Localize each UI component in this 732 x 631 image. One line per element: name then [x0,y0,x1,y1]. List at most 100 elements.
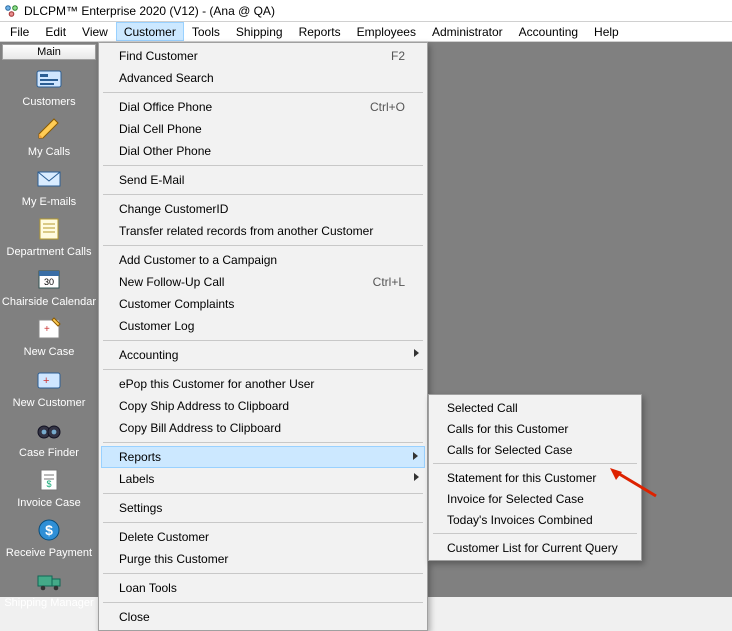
reports-submenu: Selected Call Calls for this Customer Ca… [428,394,642,561]
menu-separator [103,493,423,494]
window-title: DLCPM™ Enterprise 2020 (V12) - (Ana @ QA… [24,4,275,18]
sidebar-item-invoicecase[interactable]: $ Invoice Case [1,461,97,511]
menu-accounting[interactable]: Accounting [101,344,425,366]
menu-edit[interactable]: Edit [37,22,74,41]
menu-transfer-records[interactable]: Transfer related records from another Cu… [101,220,425,242]
menu-separator [103,369,423,370]
menu-new-followup[interactable]: New Follow-Up CallCtrl+L [101,271,425,293]
svg-text:30: 30 [44,277,54,287]
svg-text:$: $ [45,522,53,538]
menu-customer-log[interactable]: Customer Log [101,315,425,337]
svg-text:$: $ [46,479,51,489]
sidebar-item-label: Chairside Calendar [2,296,96,308]
menu-settings[interactable]: Settings [101,497,425,519]
sidebar-item-label: Invoice Case [17,497,81,509]
menu-separator [433,533,637,534]
sidebar-item-shippingmanager[interactable]: Shipping Manager [1,561,97,611]
menu-labels[interactable]: Labels [101,468,425,490]
menu-purge-customer[interactable]: Purge this Customer [101,548,425,570]
menu-shipping[interactable]: Shipping [228,22,291,41]
chevron-right-icon [413,452,418,460]
chevron-right-icon [414,473,419,481]
sidebar-item-casefinder[interactable]: Case Finder [1,411,97,461]
menu-reports[interactable]: Reports [291,22,349,41]
sidebar-item-label: Department Calls [7,246,92,258]
menu-separator [103,522,423,523]
menu-change-customerid[interactable]: Change CustomerID [101,198,425,220]
customers-icon [33,64,65,94]
menu-loan-tools[interactable]: Loan Tools [101,577,425,599]
menu-separator [103,245,423,246]
menu-find-customer[interactable]: Find CustomerF2 [101,45,425,67]
sidebar-item-customers[interactable]: Customers [1,60,97,110]
menu-dial-cell[interactable]: Dial Cell Phone [101,118,425,140]
menu-advanced-search[interactable]: Advanced Search [101,67,425,89]
binoculars-icon [33,415,65,445]
submenu-calls-customer[interactable]: Calls for this Customer [431,418,639,439]
sidebar-item-label: My E-mails [22,196,76,208]
menu-add-campaign[interactable]: Add Customer to a Campaign [101,249,425,271]
svg-text:+: + [44,324,50,335]
newcustomer-icon: + [33,365,65,395]
menu-employees[interactable]: Employees [349,22,424,41]
menubar: File Edit View Customer Tools Shipping R… [0,22,732,42]
menu-copy-bill[interactable]: Copy Bill Address to Clipboard [101,417,425,439]
menu-separator [103,602,423,603]
sidebar-item-label: Case Finder [19,447,79,459]
invoice-icon: $ [33,465,65,495]
customer-menu-dropdown: Find CustomerF2 Advanced Search Dial Off… [98,42,428,631]
menu-dial-other[interactable]: Dial Other Phone [101,140,425,162]
shipping-icon [33,565,65,595]
sidebar-item-myemails[interactable]: My E-mails [1,160,97,210]
menu-separator [103,92,423,93]
sidebar-item-label: New Case [24,346,75,358]
menu-copy-ship[interactable]: Copy Ship Address to Clipboard [101,395,425,417]
sidebar: Main Customers My Calls My E-mails Depar [0,42,98,597]
sidebar-item-receivepayment[interactable]: $ Receive Payment [1,511,97,561]
menu-administrator[interactable]: Administrator [424,22,511,41]
envelope-icon [33,164,65,194]
menu-epop[interactable]: ePop this Customer for another User [101,373,425,395]
menu-separator [433,463,637,464]
menu-separator [103,442,423,443]
newcase-icon: + [33,314,65,344]
sidebar-item-label: Receive Payment [6,547,92,559]
sidebar-item-label: My Calls [28,146,70,158]
menu-dial-office[interactable]: Dial Office PhoneCtrl+O [101,96,425,118]
menu-close[interactable]: Close [101,606,425,628]
menu-separator [103,340,423,341]
app-icon [4,3,20,19]
menu-accounting[interactable]: Accounting [511,22,586,41]
dollar-icon: $ [33,515,65,545]
menu-delete-customer[interactable]: Delete Customer [101,526,425,548]
sidebar-item-label: New Customer [13,397,86,409]
sidebar-item-deptcalls[interactable]: Department Calls [1,210,97,260]
sidebar-item-mycalls[interactable]: My Calls [1,110,97,160]
menu-customer-complaints[interactable]: Customer Complaints [101,293,425,315]
sidebar-item-calendar[interactable]: 30 Chairside Calendar [1,260,97,310]
submenu-calls-case[interactable]: Calls for Selected Case [431,439,639,460]
menu-send-email[interactable]: Send E-Mail [101,169,425,191]
menu-view[interactable]: View [74,22,116,41]
sidebar-item-label: Shipping Manager [4,597,93,609]
menu-tools[interactable]: Tools [184,22,228,41]
submenu-invoice-case[interactable]: Invoice for Selected Case [431,488,639,509]
chevron-right-icon [414,349,419,357]
menu-separator [103,165,423,166]
sidebar-tab-main[interactable]: Main [2,44,96,60]
sidebar-item-newcustomer[interactable]: + New Customer [1,361,97,411]
menu-customer[interactable]: Customer [116,22,184,41]
menu-separator [103,194,423,195]
notepad-icon [33,214,65,244]
submenu-statement-customer[interactable]: Statement for this Customer [431,467,639,488]
menu-reports[interactable]: Reports [101,446,425,468]
menu-file[interactable]: File [2,22,37,41]
menu-help[interactable]: Help [586,22,627,41]
submenu-today-invoices[interactable]: Today's Invoices Combined [431,509,639,530]
sidebar-item-newcase[interactable]: + New Case [1,310,97,360]
titlebar: DLCPM™ Enterprise 2020 (V12) - (Ana @ QA… [0,0,732,22]
submenu-selected-call[interactable]: Selected Call [431,397,639,418]
pencil-icon [33,114,65,144]
submenu-customer-list[interactable]: Customer List for Current Query [431,537,639,558]
svg-text:+: + [43,375,49,387]
